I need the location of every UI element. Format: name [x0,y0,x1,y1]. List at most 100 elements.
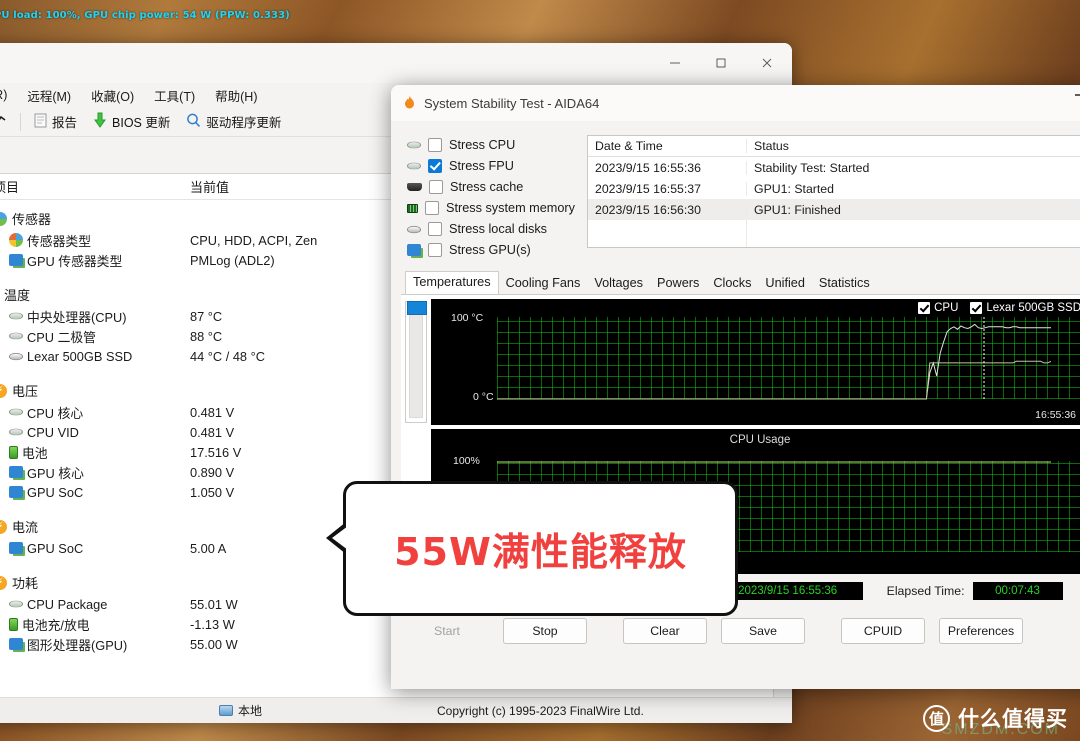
tab-voltages[interactable]: Voltages [587,273,650,294]
power-icon: ⚡ [0,575,7,590]
table-row[interactable]: 2023/9/15 16:55:37 GPU1: Started [588,178,1080,199]
stress-cpu-checkbox[interactable] [428,138,442,152]
dialog-titlebar: System Stability Test - AIDA64 [391,85,1080,121]
stress-option-memory[interactable]: Stress system memory [407,198,575,218]
toolbar-separator [20,112,21,131]
legend-cpu-label: CPU [934,302,959,314]
cpu-icon [9,332,23,340]
stress-cpu-label: Stress CPU [449,138,516,152]
stress-cache-checkbox[interactable] [429,180,443,194]
log-header-row: Date & Time Status [588,136,1080,157]
stress-fpu-checkbox[interactable] [428,159,442,173]
watermark-badge: 值 [923,704,950,732]
fpu-icon [407,162,421,170]
minimize-button[interactable] [652,47,698,79]
dialog-title-text: System Stability Test - AIDA64 [424,95,600,111]
cpu-icon [9,428,23,436]
sensor-group-temperatures-label: 温度 [4,288,31,303]
tab-unified[interactable]: Unified [758,273,812,294]
watermark-text: 什么值得买 [958,708,1068,731]
stress-option-gpu[interactable]: Stress GPU(s) [407,240,575,260]
legend-ssd[interactable]: Lexar 500GB SSD [970,302,1080,314]
stress-gpu-checkbox[interactable] [428,243,442,257]
tab-powers[interactable]: Powers [650,273,706,294]
toolbar-bios-update-button[interactable]: BIOS 更新 [86,110,177,133]
download-arrow-icon [93,112,107,131]
tab-clocks[interactable]: Clocks [706,273,758,294]
main-window-titlebar [0,43,792,83]
current-icon: ⚡ [0,519,7,534]
toolbar-report-button[interactable]: 报告 [27,110,84,133]
legend-cpu[interactable]: CPU [918,302,958,314]
flame-icon [403,95,416,111]
temperature-chart[interactable]: CPU Lexar 500GB SSD 100 °C 0 °C 16:55:36 [431,299,1080,425]
callout-tail-inner [332,526,348,550]
stop-button[interactable]: Stop [503,618,587,644]
stress-option-cache[interactable]: Stress cache [407,177,575,197]
line-chart-icon [0,115,6,121]
sensor-group-powers-label: 功耗 [12,576,39,591]
report-icon [34,113,47,131]
slider-thumb[interactable] [407,301,427,315]
maximize-button[interactable] [698,47,744,79]
chart-tabs[interactable]: Temperatures Cooling Fans Voltages Power… [405,271,1080,294]
preferences-button[interactable]: Preferences [939,618,1023,644]
close-button[interactable] [744,47,790,79]
temperature-chart-svg [497,317,1051,400]
battery-icon [9,617,18,631]
menu-item-0[interactable]: (R) [0,88,17,102]
start-button[interactable]: Start [405,618,489,644]
stress-options-group: Stress CPU Stress FPU Stress cache Stres… [407,135,575,261]
toolbar-report-label: 报告 [52,116,78,130]
gpu-icon [9,466,23,478]
tab-cooling-fans[interactable]: Cooling Fans [499,273,588,294]
legend-ssd-checkbox[interactable] [970,302,983,314]
column-header-item: 项目 [0,180,20,195]
menu-item-favorites[interactable]: 收藏(O) [81,86,144,105]
menu-item-tools[interactable]: 工具(T) [144,86,205,105]
dialog-minimize-button[interactable] [1075,94,1080,96]
stress-gpu-label: Stress GPU(s) [449,243,531,257]
stress-option-fpu[interactable]: Stress FPU [407,156,575,176]
stress-memory-checkbox[interactable] [424,201,439,215]
sensor-row-label: CPU 核心 [27,405,84,421]
disk-icon [9,352,23,360]
stress-option-disks[interactable]: Stress local disks [407,219,575,239]
log-header-status: Status [746,139,1080,153]
sensor-row-label: CPU VID [27,424,79,440]
computer-icon [219,705,233,716]
sensor-icon [9,233,23,247]
magnifier-icon [186,113,201,131]
sensor-row-label: 电池充/放电 [22,617,90,633]
toolbar-chart-button[interactable] [0,112,14,132]
status-log-table[interactable]: Date & Time Status 2023/9/15 16:55:36 St… [587,135,1080,248]
cpu-icon [407,141,421,149]
menu-item-help[interactable]: 帮助(H) [205,86,267,105]
temperature-scale-slider[interactable] [405,301,427,423]
table-row[interactable]: 2023/9/15 16:55:36 Stability Test: Start… [588,157,1080,178]
menu-item-remote[interactable]: 远程(M) [17,86,81,105]
cpuid-button[interactable]: CPUID [841,618,925,644]
elapsed-time-value: 00:07:43 [972,582,1063,600]
tab-temperatures[interactable]: Temperatures [405,271,499,294]
stress-fpu-label: Stress FPU [449,159,514,173]
temperature-chart-block: CPU Lexar 500GB SSD 100 °C 0 °C 16:55:36 [401,299,1080,425]
temperature-chart-legend[interactable]: CPU Lexar 500GB SSD [918,302,1080,314]
stress-disks-checkbox[interactable] [428,222,442,236]
legend-cpu-checkbox[interactable] [918,302,931,314]
legend-ssd-label: Lexar 500GB SSD [986,302,1080,314]
log-cell-datetime: 2023/9/15 16:55:36 [595,160,701,175]
stress-cache-label: Stress cache [450,180,524,194]
log-cell-status: GPU1: Started [746,181,1080,196]
sensor-row-label: GPU SoC [27,540,84,556]
sensor-group-currents-label: 电流 [12,520,39,535]
stress-option-cpu[interactable]: Stress CPU [407,135,575,155]
table-row[interactable]: 2023/9/15 16:56:30 GPU1: Finished [588,199,1080,220]
tab-statistics[interactable]: Statistics [812,273,877,294]
clear-button[interactable]: Clear [623,618,707,644]
log-cell-datetime: 2023/9/15 16:56:30 [595,202,701,217]
toolbar-driver-update-button[interactable]: 驱动程序更新 [179,110,288,133]
sensor-row-label: 中央处理器(CPU) [27,309,127,325]
cpu-icon [9,312,23,320]
save-button[interactable]: Save [721,618,805,644]
